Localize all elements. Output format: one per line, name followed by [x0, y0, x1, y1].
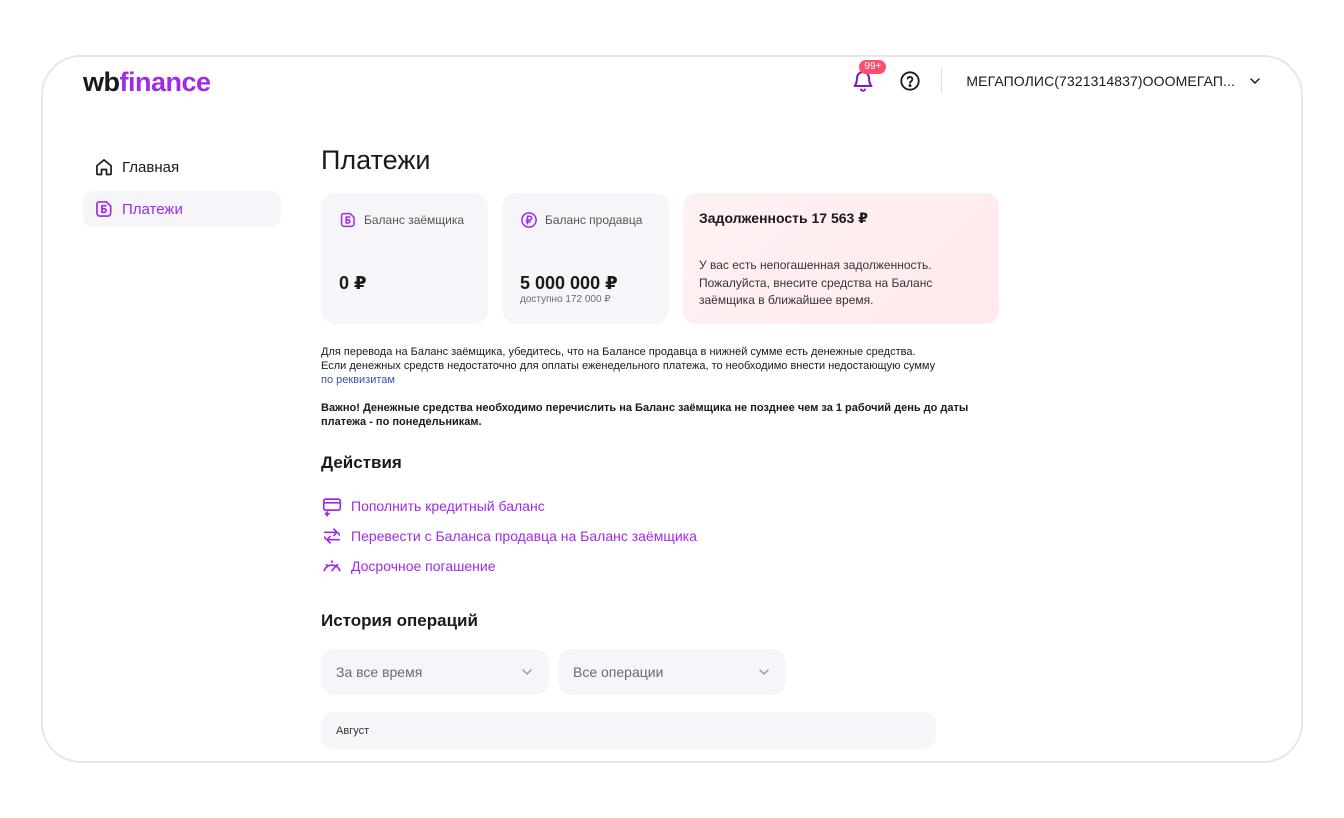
borrower-balance-amount: 0 ₽ — [339, 273, 367, 293]
history-filters: За все время Все операции — [321, 649, 795, 695]
home-icon — [96, 159, 112, 176]
chevron-down-icon — [522, 669, 532, 675]
sidebar-item-payments[interactable]: Платежи — [83, 191, 281, 227]
seller-balance-card: Баланс продавца 5 000 000 ₽ доступно 172… — [502, 193, 669, 324]
borrower-balance-card: Баланс заёмщика 0 ₽ — [321, 193, 488, 324]
wbfinance-logo[interactable]: wb finance — [83, 67, 211, 98]
company-selector[interactable]: МЕГАПОЛИС(7321314837)ООOМЕГАП... — [966, 73, 1235, 89]
requisites-link[interactable]: по реквизитам — [321, 373, 1001, 387]
history-title: История операций — [321, 611, 478, 630]
notifications-badge: 99+ — [859, 60, 887, 74]
header-divider — [941, 69, 943, 93]
info-line-1: Для перевода на Баланс заёмщика, убедите… — [321, 346, 916, 358]
speedometer-icon — [323, 560, 341, 572]
info-block: Для перевода на Баланс заёмщика, убедите… — [321, 345, 1001, 429]
period-select-value: За все время — [336, 664, 423, 680]
sidebar-item-home[interactable]: Главная — [83, 149, 281, 185]
transfer-icon — [323, 528, 341, 544]
action-label: Досрочное погашение — [351, 558, 496, 574]
card-title: Баланс продавца — [520, 211, 642, 229]
help-icon[interactable] — [899, 70, 921, 92]
month-group-header: Август — [321, 712, 936, 749]
action-label: Пополнить кредитный баланс — [351, 498, 545, 514]
card-title-label: Баланс продавца — [545, 213, 643, 227]
page-title: Платежи — [321, 145, 431, 175]
sidebar-item-label: Главная — [122, 158, 180, 176]
month-label: Август — [336, 724, 370, 737]
payments-icon — [96, 201, 112, 217]
top-up-credit-balance-link[interactable]: Пополнить кредитный баланс — [321, 491, 697, 521]
card-title-label: Баланс заёмщика — [364, 213, 465, 227]
logo-finance-text: finance — [119, 67, 212, 97]
logo-wb-text: wb — [83, 67, 120, 97]
actions-title: Действия — [321, 453, 402, 472]
chevron-down-icon — [759, 669, 769, 675]
payment-warning: Важно! Денежные средства необходимо пере… — [321, 402, 969, 428]
app-frame: wb finance 99+ МЕГАПОЛИС(7321314837)ООOМЕ… — [41, 55, 1303, 763]
period-select[interactable]: За все время — [321, 649, 549, 695]
actions-list: Пополнить кредитный баланс Перевести с Б… — [321, 491, 697, 581]
seller-balance-amount: 5 000 000 ₽ — [520, 273, 618, 293]
ruble-icon — [521, 212, 537, 228]
info-line-2: Если денежных средств недостаточно для о… — [321, 360, 936, 372]
card-title: Баланс заёмщика — [339, 211, 464, 229]
early-repayment-link[interactable]: Досрочное погашение — [321, 551, 697, 581]
sidebar-item-label: Платежи — [122, 200, 183, 218]
seller-available-amount: доступно 172 000 ₽ — [520, 294, 611, 305]
operation-type-value: Все операции — [573, 664, 664, 680]
action-label: Перевести с Баланса продавца на Баланс з… — [351, 528, 697, 544]
notifications-button[interactable]: 99+ — [851, 60, 887, 93]
chevron-down-icon[interactable] — [1249, 75, 1261, 87]
card-icon — [322, 498, 342, 517]
debt-description: У вас есть непогашенная задолженность. П… — [699, 258, 933, 307]
balance-cards: Баланс заёмщика 0 ₽ Баланс продавца 5 00… — [321, 193, 999, 324]
sidebar: Главная Платежи — [83, 149, 281, 233]
debt-card: Задолженность 17 563 ₽ У вас есть непога… — [683, 193, 999, 324]
header-actions: 99+ МЕГАПОЛИС(7321314837)ООOМЕГАП... — [851, 60, 1261, 95]
transfer-balance-link[interactable]: Перевести с Баланса продавца на Баланс з… — [321, 521, 697, 551]
operation-type-select[interactable]: Все операции — [558, 649, 786, 695]
debt-title: Задолженность 17 563 ₽ — [699, 210, 868, 226]
borrower-balance-icon — [340, 212, 355, 228]
